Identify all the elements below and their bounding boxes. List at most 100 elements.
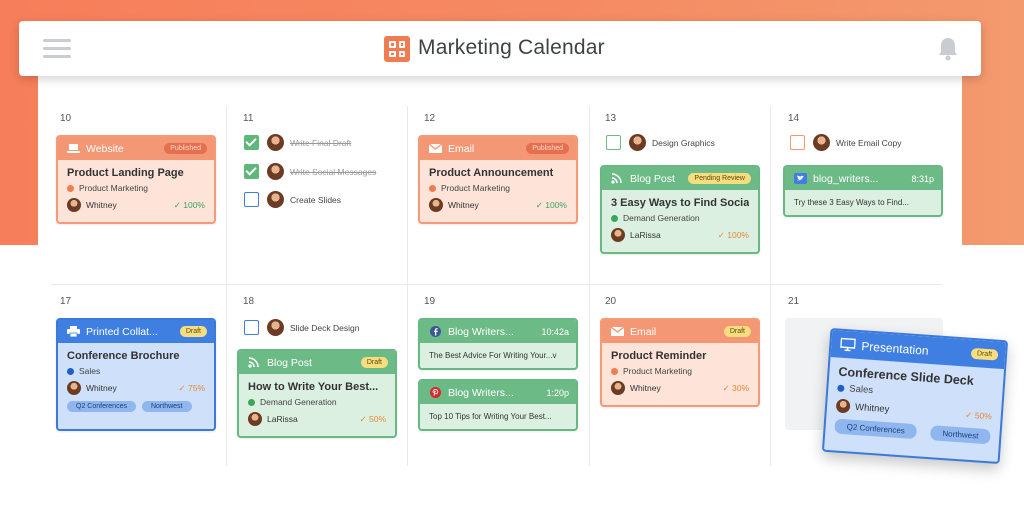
card-title: 3 Easy Ways to Find Social...: [611, 197, 749, 209]
day-number: 13: [605, 113, 617, 124]
card-header: Blog Writers... 10:42a: [420, 320, 576, 343]
task-item[interactable]: Slide Deck Design: [244, 319, 359, 336]
task-label: Write Social Messages: [290, 166, 377, 177]
card-snippet: Top 10 Tips for Writing Your Best...: [429, 412, 552, 421]
check-icon: ✓: [722, 382, 730, 393]
card-time: 10:42a: [541, 326, 569, 337]
check-icon: ✓: [535, 199, 543, 210]
printer-icon: [67, 326, 80, 337]
check-icon: ✓: [173, 199, 181, 210]
status-badge: Published: [164, 143, 207, 154]
card-progress: 75%: [187, 382, 205, 393]
card-category: Demand Generation: [623, 213, 700, 223]
content-card-email[interactable]: Email Draft Product Reminder Product Mar…: [600, 318, 760, 407]
content-card-blog-post[interactable]: Blog Post Draft How to Write Your Best..…: [237, 349, 397, 438]
day-number: 20: [605, 296, 617, 307]
card-progress: 100%: [183, 199, 205, 210]
tag-chip[interactable]: Q2 Conferences: [67, 401, 136, 412]
card-owner: LaRissa: [630, 230, 661, 240]
card-time: 8:31p: [911, 173, 934, 184]
avatar: [248, 412, 262, 426]
card-header: blog_writers... 8:31p: [785, 167, 941, 190]
status-badge: Draft: [360, 357, 388, 368]
hamburger-icon[interactable]: [43, 39, 71, 59]
content-card-printed-collateral[interactable]: Printed Collat... Draft Conference Broch…: [56, 318, 216, 431]
task-checkbox[interactable]: [244, 320, 259, 335]
card-header: Email Draft: [602, 320, 758, 343]
content-card-blog-post[interactable]: Blog Post Pending Review 3 Easy Ways to …: [600, 165, 760, 254]
rss-icon: [248, 357, 259, 368]
presentation-icon: [840, 337, 856, 352]
card-owner: Whitney: [630, 383, 661, 393]
check-icon: ✓: [717, 229, 725, 240]
avatar: [429, 198, 443, 212]
category-dot: [67, 184, 74, 192]
card-owner: Whitney: [86, 383, 117, 393]
card-title: Product Landing Page: [67, 167, 184, 179]
envelope-icon: [611, 326, 624, 336]
avatar: [611, 381, 625, 395]
category-dot: [429, 184, 436, 192]
task-label: Slide Deck Design: [290, 322, 360, 333]
card-channel: Blog Writers...: [448, 325, 514, 338]
task-checkbox[interactable]: [244, 135, 259, 150]
category-dot: [248, 398, 255, 406]
content-card-facebook-post[interactable]: Blog Writers... 10:42a The Best Advice F…: [418, 318, 578, 370]
task-label: Create Slides: [290, 194, 342, 205]
content-card-website[interactable]: Website Published Product Landing Page P…: [56, 135, 216, 224]
avatar: [67, 198, 81, 212]
card-header: Website Published: [58, 137, 214, 160]
task-label: Write Email Copy: [836, 137, 902, 148]
task-item[interactable]: Write Social Messages: [244, 163, 376, 180]
task-checkbox[interactable]: [244, 192, 259, 207]
card-header: Email Published: [420, 137, 576, 160]
content-card-email[interactable]: Email Published Product Announcement Pro…: [418, 135, 578, 224]
tag-chip[interactable]: Northwest: [141, 401, 192, 412]
card-category: Product Marketing: [441, 183, 510, 193]
day-number: 11: [243, 113, 254, 124]
content-card-pinterest-post[interactable]: Blog Writers... 1:20p Top 10 Tips for Wr…: [418, 379, 578, 431]
avatar: [835, 398, 851, 414]
card-category: Product Marketing: [79, 183, 148, 193]
category-dot: [611, 367, 618, 375]
card-channel: Blog Post: [267, 356, 312, 369]
card-owner: Whitney: [854, 401, 890, 415]
day-number: 21: [788, 296, 800, 307]
task-item[interactable]: Design Graphics: [606, 134, 715, 151]
card-category: Sales: [79, 366, 101, 376]
category-dot: [67, 367, 74, 375]
status-badge: Pending Review: [688, 173, 751, 184]
day-number: 14: [788, 113, 800, 124]
task-label: Write Final Draft: [290, 137, 352, 148]
envelope-icon: [429, 143, 442, 153]
card-title: How to Write Your Best...: [248, 381, 379, 393]
card-channel: Email: [630, 325, 657, 338]
day-number: 10: [60, 113, 72, 124]
task-item[interactable]: Write Final Draft: [244, 134, 351, 151]
card-channel: blog_writers...: [813, 172, 879, 185]
laptop-icon: [67, 144, 80, 153]
card-progress: 100%: [727, 229, 749, 240]
task-item[interactable]: Write Email Copy: [790, 134, 902, 151]
card-category: Product Marketing: [623, 366, 692, 376]
task-checkbox[interactable]: [790, 135, 805, 150]
card-header: Blog Post Pending Review: [602, 167, 758, 190]
tag-chip[interactable]: Northwest: [929, 425, 991, 445]
card-progress: 100%: [545, 199, 567, 210]
card-progress: 30%: [731, 382, 749, 393]
task-checkbox[interactable]: [244, 164, 259, 179]
day-number: 18: [243, 296, 255, 307]
content-card-presentation-dragging[interactable]: Presentation Draft Conference Slide Deck…: [821, 327, 1009, 465]
task-checkbox[interactable]: [606, 135, 621, 150]
card-owner: Whitney: [86, 200, 117, 210]
card-channel: Printed Collat...: [86, 325, 158, 338]
status-badge: Draft: [179, 326, 207, 337]
card-category: Demand Generation: [260, 397, 337, 407]
page-title: Marketing Calendar: [418, 36, 605, 59]
content-card-tweet[interactable]: blog_writers... 8:31p Try these 3 Easy W…: [783, 165, 943, 217]
avatar: [267, 319, 284, 336]
tag-chip[interactable]: Q2 Conferences: [834, 418, 918, 440]
bell-icon[interactable]: [937, 36, 959, 62]
avatar: [67, 381, 81, 395]
task-item[interactable]: Create Slides: [244, 191, 341, 208]
